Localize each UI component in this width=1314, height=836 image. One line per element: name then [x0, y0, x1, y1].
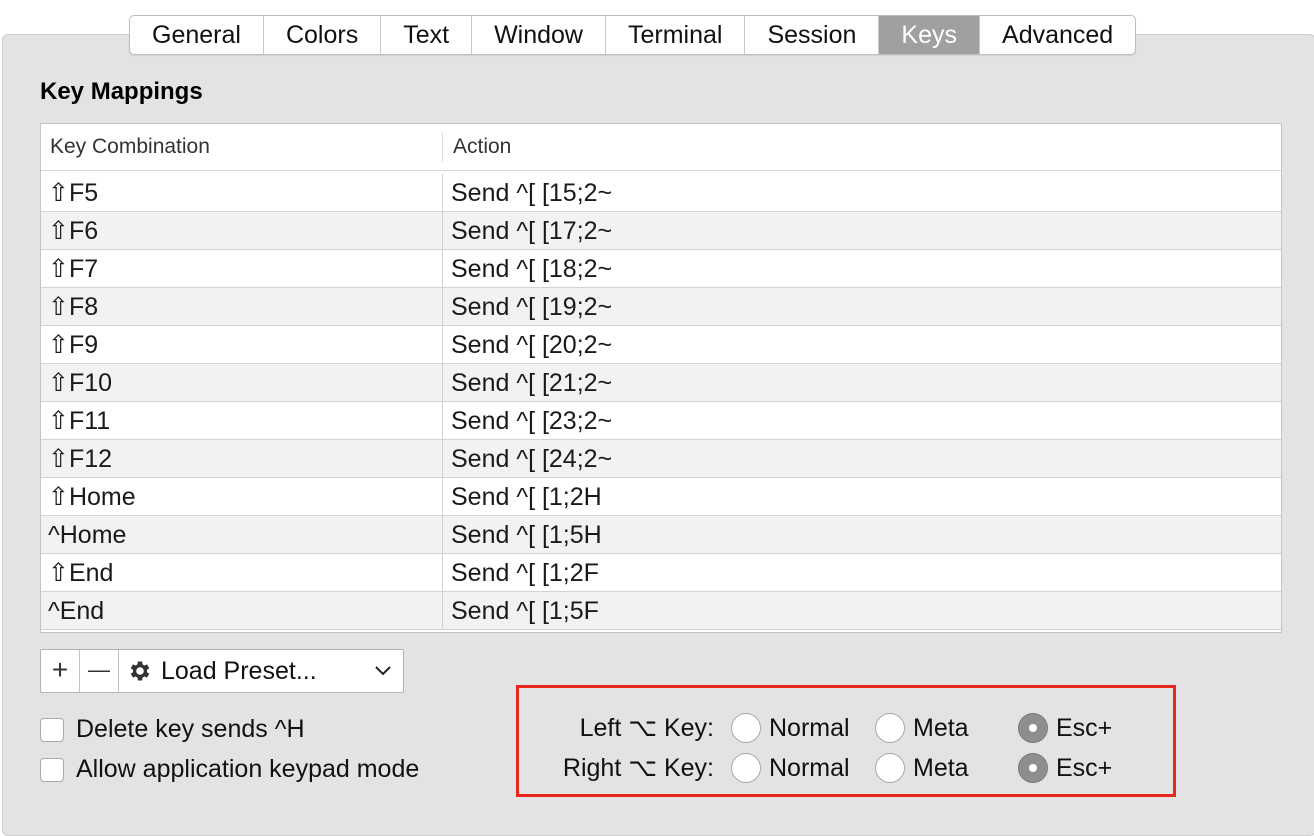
key-mappings-table: Key Combination Action ⇧F5 Send ^[ [15;2~… [40, 123, 1282, 633]
action-cell: Send ^[ [19;2~ [451, 293, 613, 321]
tab-advanced[interactable]: Advanced [980, 16, 1135, 54]
action-cell: Send ^[ [1;5F [451, 597, 599, 625]
table-row[interactable]: ⇧F7 Send ^[ [18;2~ [41, 250, 1281, 288]
table-row[interactable]: ⇧Home Send ^[ [1;2H [41, 478, 1281, 516]
chevron-down-icon [375, 666, 391, 676]
table-row[interactable]: ⇧F5 Send ^[ [15;2~ [41, 174, 1281, 212]
action-cell: Send ^[ [1;5H [451, 521, 602, 549]
action-cell: Send ^[ [20;2~ [451, 331, 613, 359]
key-cell: ⇧F6 [41, 212, 443, 249]
right-normal-label: Normal [769, 754, 850, 782]
add-mapping-button[interactable]: + [41, 650, 80, 692]
action-cell: Send ^[ [1;2F [451, 559, 599, 587]
key-cell: ⇧F7 [41, 250, 443, 287]
application-keypad-checkbox[interactable] [40, 757, 64, 782]
left-normal-radio[interactable] [731, 713, 761, 743]
delete-key-label: Delete key sends ^H [76, 715, 305, 743]
remove-mapping-button[interactable]: — [80, 650, 119, 692]
left-esc-plus-label: Esc+ [1056, 714, 1113, 742]
right-normal-radio[interactable] [731, 753, 761, 783]
table-row[interactable]: ^End Send ^[ [1;5F [41, 592, 1281, 630]
action-cell: Send ^[ [24;2~ [451, 445, 613, 473]
column-header-key-combination[interactable]: Key Combination [41, 132, 443, 162]
gear-icon [130, 661, 150, 681]
key-cell: ^Home [41, 516, 443, 553]
mapping-toolbar: + — Load Preset... [40, 649, 404, 693]
right-meta-radio[interactable] [875, 753, 905, 783]
right-option-key-row: Right ⌥ Key: Normal Meta Esc+ [519, 749, 1179, 787]
tab-keys[interactable]: Keys [879, 16, 981, 54]
right-meta-label: Meta [913, 754, 969, 782]
action-cell: Send ^[ [17;2~ [451, 217, 613, 245]
key-cell: ⇧F12 [41, 440, 443, 477]
key-cell: ⇧F11 [41, 402, 443, 439]
left-esc-plus-radio[interactable] [1018, 713, 1048, 743]
left-normal-label: Normal [769, 714, 850, 742]
section-title: Key Mappings [40, 78, 203, 105]
table-row[interactable]: ⇧F12 Send ^[ [24;2~ [41, 440, 1281, 478]
table-row[interactable]: ⇧F9 Send ^[ [20;2~ [41, 326, 1281, 364]
load-preset-dropdown[interactable]: Load Preset... [119, 650, 403, 692]
table-header: Key Combination Action [41, 124, 1281, 171]
tab-text[interactable]: Text [381, 16, 473, 54]
tab-terminal[interactable]: Terminal [606, 16, 746, 54]
key-cell: ⇧F9 [41, 326, 443, 363]
left-option-key-label: Left ⌥ Key: [579, 714, 714, 742]
tab-bar: General Colors Text Window Terminal Sess… [129, 15, 1137, 55]
action-cell: Send ^[ [18;2~ [451, 255, 613, 283]
load-preset-label: Load Preset... [161, 656, 317, 685]
action-cell: Send ^[ [1;2H [451, 483, 602, 511]
right-option-key-label: Right ⌥ Key: [562, 754, 714, 782]
table-row[interactable]: ⇧F8 Send ^[ [19;2~ [41, 288, 1281, 326]
action-cell: Send ^[ [15;2~ [451, 179, 613, 207]
key-cell: ^End [41, 592, 443, 629]
left-option-key-row: Left ⌥ Key: Normal Meta Esc+ [519, 709, 1179, 747]
table-row[interactable]: ⇧F11 Send ^[ [23;2~ [41, 402, 1281, 440]
application-keypad-label: Allow application keypad mode [76, 755, 420, 783]
key-cell: ⇧End [41, 554, 443, 591]
right-esc-plus-label: Esc+ [1056, 754, 1113, 782]
option-key-settings: Left ⌥ Key: Normal Meta Esc+ Right ⌥ Key… [516, 685, 1176, 797]
tab-general[interactable]: General [130, 16, 264, 54]
action-cell: Send ^[ [21;2~ [451, 369, 613, 397]
tab-session[interactable]: Session [745, 16, 880, 54]
tab-window[interactable]: Window [472, 16, 606, 54]
delete-key-sends-h-option[interactable]: Delete key sends ^H [40, 715, 305, 744]
table-row[interactable]: ⇧End Send ^[ [1;2F [41, 554, 1281, 592]
key-cell: ⇧F10 [41, 364, 443, 401]
tab-colors[interactable]: Colors [264, 16, 382, 54]
right-esc-plus-radio[interactable] [1018, 753, 1048, 783]
application-keypad-option[interactable]: Allow application keypad mode [40, 755, 419, 784]
left-meta-label: Meta [913, 714, 969, 742]
table-row[interactable]: ^Home Send ^[ [1;5H [41, 516, 1281, 554]
action-cell: Send ^[ [23;2~ [451, 407, 613, 435]
key-cell: ⇧F8 [41, 288, 443, 325]
table-body: ⇧F5 Send ^[ [15;2~ ⇧F6 Send ^[ [17;2~ ⇧F7 S… [41, 174, 1281, 630]
delete-key-checkbox[interactable] [40, 717, 64, 742]
column-header-action[interactable]: Action [443, 124, 1281, 170]
key-cell: ⇧F5 [41, 174, 443, 211]
table-row[interactable]: ⇧F6 Send ^[ [17;2~ [41, 212, 1281, 250]
table-row[interactable]: ⇧F10 Send ^[ [21;2~ [41, 364, 1281, 402]
key-cell: ⇧Home [41, 478, 443, 515]
left-meta-radio[interactable] [875, 713, 905, 743]
